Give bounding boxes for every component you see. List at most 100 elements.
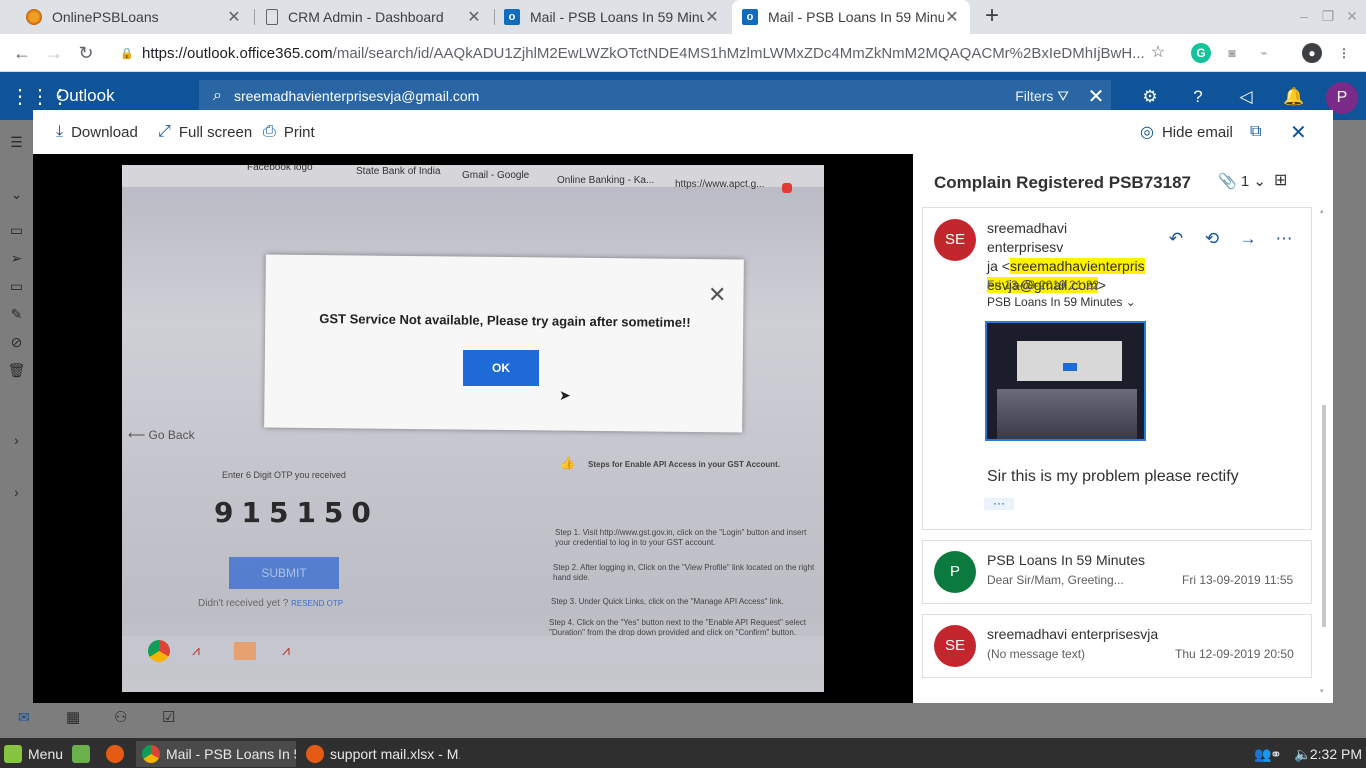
search-input[interactable]: sreemadhavienterprisesvja@gmail.com — [234, 88, 1015, 104]
announcement-icon[interactable]: ◁ — [1233, 84, 1259, 110]
conversation-avatar: SE — [934, 625, 976, 667]
conversation-sender: sreemadhavi enterprisesvja — [987, 626, 1159, 642]
mail-icon[interactable]: ✉ — [18, 709, 30, 726]
close-tab-icon[interactable]: ✕ — [704, 7, 720, 27]
users-icon[interactable]: 👥 — [1254, 741, 1271, 767]
filters-button[interactable]: Filters ⛛ — [1015, 88, 1069, 105]
photo-otp-value: 915150 — [214, 496, 379, 529]
junk-icon[interactable]: ⊘ — [0, 334, 33, 351]
photo-app-icon: ⩘ — [282, 642, 290, 658]
firefox-launcher[interactable] — [106, 741, 130, 767]
minimize-icon[interactable]: – — [1292, 4, 1316, 28]
hamburger-icon[interactable]: ☰ — [0, 134, 33, 151]
clear-search-icon[interactable]: ✕ — [1081, 84, 1111, 109]
grammarly-icon[interactable]: G — [1191, 43, 1211, 63]
drafts-icon[interactable]: ✎ — [0, 306, 33, 323]
message-body: Sir this is my problem please rectify — [987, 468, 1239, 485]
browser-tab[interactable]: OnlinePSBLoans ✕ — [16, 0, 252, 34]
close-viewer-icon[interactable]: ✕ — [1290, 120, 1307, 144]
sent-icon[interactable]: ➢ — [0, 250, 33, 267]
folder-icon[interactable]: ▭ — [0, 278, 33, 295]
bookmark-star-icon[interactable]: ☆ — [1148, 43, 1168, 63]
conversation-date: Fri 13-09-2019 11:55 — [1182, 573, 1294, 587]
close-tab-icon[interactable]: ✕ — [226, 7, 242, 27]
show-more-button[interactable]: ··· — [984, 497, 1014, 510]
restore-icon[interactable]: ❐ — [1316, 4, 1340, 28]
photo-chrome-icon — [148, 640, 170, 662]
taskbar-window-chrome[interactable]: Mail - PSB Loans In 5... — [136, 741, 296, 767]
filters-label: Filters — [1015, 87, 1054, 104]
download-button[interactable]: ⤓ Download — [56, 120, 138, 144]
photo-dialog-ok: OK — [463, 350, 539, 386]
people-icon[interactable]: ⚇ — [114, 708, 127, 726]
extension-icon[interactable]: ⌁ — [1254, 43, 1274, 63]
attachment-thumbnail[interactable] — [985, 321, 1146, 441]
settings-gear-icon[interactable]: ⚙ — [1137, 84, 1163, 110]
conversation-item[interactable] — [922, 614, 1312, 678]
print-button[interactable]: ⎙ Print — [263, 120, 315, 144]
browser-tab[interactable]: o Mail - PSB Loans In 59 Minutes ✕ — [494, 0, 730, 34]
recipient-name: PSB Loans In 59 Minutes — [987, 295, 1123, 309]
new-tab-icon[interactable]: + — [980, 4, 1004, 28]
outlook-brand[interactable]: Outlook — [56, 86, 115, 106]
close-window-icon[interactable]: ✕ — [1340, 4, 1364, 28]
psb-favicon — [26, 9, 42, 25]
message-recipient[interactable]: PSB Loans In 59 Minutes ⌄ — [987, 295, 1136, 309]
conversation-item[interactable] — [922, 540, 1312, 604]
search-box[interactable]: ⌕ sreemadhavienterprisesvja@gmail.com Fi… — [199, 80, 1111, 112]
expand-group-icon[interactable]: › — [0, 432, 33, 448]
reply-icon[interactable]: ↶ — [1165, 228, 1187, 250]
print-label: Print — [283, 123, 315, 141]
start-menu-button[interactable]: Menu — [4, 741, 63, 767]
printer-icon: ⎙ — [263, 123, 276, 140]
expand-conversation-icon[interactable]: ⊞ — [1274, 170, 1287, 190]
help-icon[interactable]: ? — [1185, 84, 1211, 110]
close-tab-icon[interactable]: ✕ — [944, 7, 960, 27]
camera-icon[interactable]: ◙ — [1222, 43, 1242, 63]
sender-avatar[interactable]: SE — [934, 219, 976, 261]
reading-pane-scrollbar[interactable]: ▴ ▾ — [1320, 207, 1328, 699]
chevron-down-icon[interactable]: ⌄ — [0, 186, 33, 203]
scroll-down-icon[interactable]: ▾ — [1320, 687, 1328, 695]
clock[interactable]: 2:32 PM — [1296, 741, 1362, 767]
deleted-icon[interactable]: 🗑 — [0, 362, 33, 379]
tab-title: CRM Admin - Dashboard — [288, 9, 444, 25]
pop-out-icon[interactable]: ⧉ — [1250, 120, 1261, 144]
tasks-icon[interactable]: ☑ — [162, 708, 175, 726]
photo-step-4: Step 4. Click on the "Yes" button next t… — [549, 618, 806, 637]
profile-icon[interactable]: ● — [1302, 43, 1322, 63]
network-icon[interactable]: ⚭ — [1270, 741, 1282, 767]
expand-group-icon[interactable]: › — [0, 484, 33, 500]
expand-icon: ⤢ — [158, 123, 171, 140]
scroll-up-icon[interactable]: ▴ — [1320, 207, 1328, 215]
address-bar[interactable]: 🔒 https://outlook.office365.com/mail/sea… — [112, 40, 1176, 66]
attachment-count[interactable]: 📎 1 ⌄ — [1218, 172, 1266, 190]
forward-icon[interactable]: → — [1237, 228, 1259, 250]
sender-name-cont: ja < — [987, 258, 1010, 274]
chrome-menu-icon[interactable]: ⋮ — [1334, 43, 1354, 63]
browser-tab-active[interactable]: o Mail - PSB Loans In 59 Minutes ✕ — [732, 0, 970, 34]
outlook-icon: o — [504, 9, 520, 25]
tab-title: OnlinePSBLoans — [52, 9, 159, 25]
download-label: Download — [71, 123, 138, 141]
reload-icon[interactable]: ↻ — [73, 40, 99, 66]
close-tab-icon[interactable]: ✕ — [466, 7, 482, 27]
taskbar-window-sheet[interactable]: support mail.xlsx - M... — [300, 741, 460, 767]
photo-submit: SUBMIT — [229, 557, 339, 589]
inbox-icon[interactable]: ▭ — [0, 222, 33, 239]
notification-bell-icon[interactable]: 🔔 — [1281, 84, 1307, 110]
back-icon[interactable]: ← — [9, 40, 35, 66]
app-launcher-icon[interactable]: ⋮⋮⋮ — [10, 84, 70, 110]
reply-all-icon[interactable]: ⟲ — [1201, 228, 1223, 250]
hide-email-button[interactable]: ◎ Hide email — [1140, 120, 1233, 144]
forward-icon[interactable]: → — [41, 40, 67, 66]
files-launcher[interactable] — [72, 741, 96, 767]
chevron-down-icon: ⌄ — [1253, 173, 1266, 190]
lock-icon: 🔒 — [120, 47, 134, 60]
more-actions-icon[interactable]: ⋯ — [1273, 228, 1295, 250]
full-screen-button[interactable]: ⤢ Full screen — [158, 120, 252, 144]
browser-tab[interactable]: CRM Admin - Dashboard ✕ — [256, 0, 492, 34]
search-icon: ⌕ — [213, 87, 222, 104]
scrollbar-thumb[interactable] — [1322, 405, 1326, 627]
calendar-icon[interactable]: ▦ — [66, 708, 80, 726]
